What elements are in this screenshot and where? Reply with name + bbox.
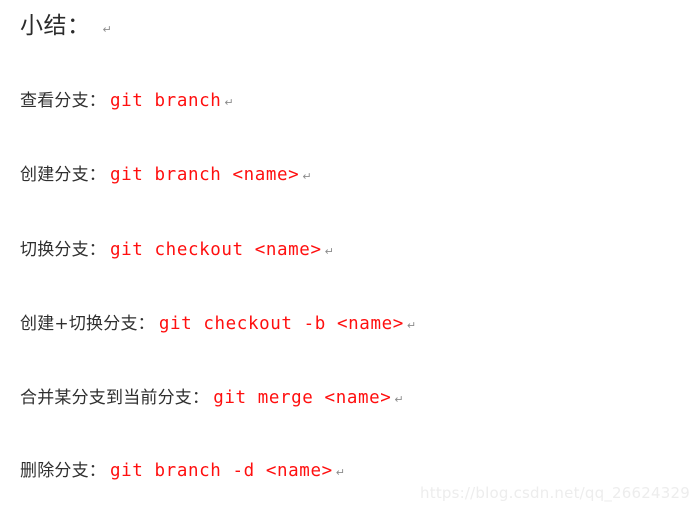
- page-title: 小结： ↵: [20, 12, 112, 42]
- command-line: 删除分支： git branch -d <name> ↵: [20, 459, 345, 485]
- page-title-text: 小结：: [20, 13, 91, 39]
- command-label: 合并某分支到当前分支：: [20, 388, 210, 408]
- watermark: https://blog.csdn.net/qq_26624329: [420, 484, 690, 502]
- command-code: git checkout -b <name>: [158, 314, 404, 334]
- paragraph-mark-icon: ↵: [102, 23, 112, 36]
- command-label: 创建+切换分支：: [20, 314, 155, 334]
- command-line: 切换分支： git checkout <name> ↵: [20, 238, 334, 264]
- command-label: 查看分支：: [20, 91, 106, 111]
- command-code: git merge <name>: [213, 388, 392, 408]
- command-code: git branch: [110, 91, 222, 111]
- command-label: 创建分支：: [20, 165, 106, 185]
- paragraph-mark-icon: ↵: [406, 319, 417, 332]
- paragraph-mark-icon: ↵: [324, 245, 334, 258]
- paragraph-mark-icon: ↵: [224, 96, 234, 109]
- command-code: git checkout <name>: [110, 240, 322, 260]
- command-code: git branch <name>: [110, 165, 300, 185]
- paragraph-mark-icon: ↵: [302, 170, 312, 183]
- command-label: 切换分支：: [20, 240, 106, 260]
- paragraph-mark-icon: ↵: [394, 393, 404, 406]
- command-line: 合并某分支到当前分支： git merge <name> ↵: [20, 386, 404, 412]
- document-canvas: 小结： ↵ 查看分支： git branch ↵ 创建分支： git branc…: [0, 0, 694, 507]
- command-line: 创建+切换分支： git checkout -b <name> ↵: [20, 312, 416, 338]
- paragraph-mark-icon: ↵: [335, 466, 345, 479]
- command-line: 查看分支： git branch ↵: [20, 89, 234, 115]
- command-label: 删除分支：: [20, 461, 106, 481]
- command-line: 创建分支： git branch <name> ↵: [20, 163, 312, 189]
- command-code: git branch -d <name>: [110, 461, 333, 481]
